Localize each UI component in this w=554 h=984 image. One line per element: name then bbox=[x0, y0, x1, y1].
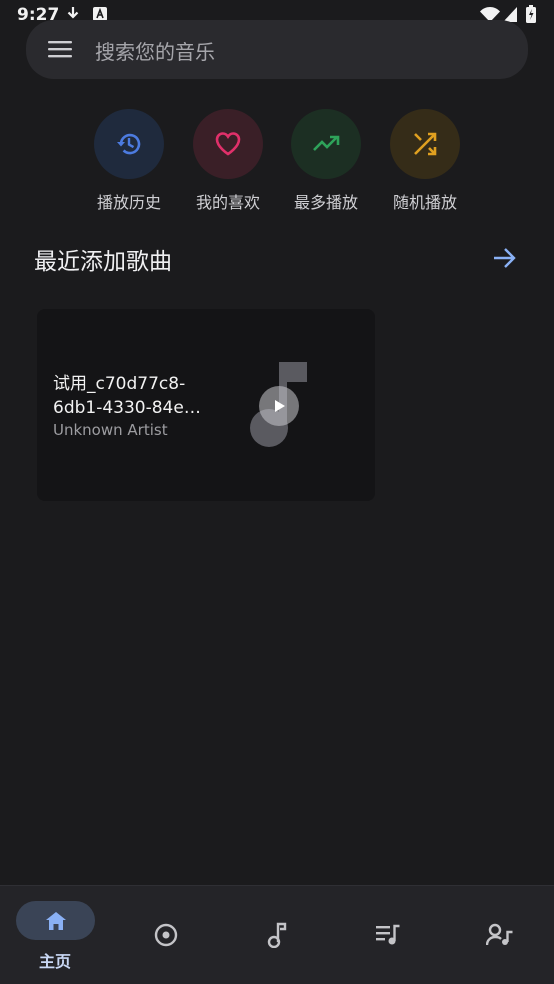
play-button[interactable] bbox=[259, 386, 299, 426]
text-badge-icon bbox=[93, 7, 107, 21]
song-title: 试用_c70d77c8-6db1-4330-84e… bbox=[53, 374, 201, 418]
trending-up-icon bbox=[313, 135, 340, 151]
favorites-button[interactable] bbox=[193, 109, 263, 179]
nav-item-albums[interactable] bbox=[111, 886, 221, 984]
nav-home-indicator[interactable] bbox=[16, 901, 95, 940]
shuffle-icon bbox=[414, 132, 437, 156]
bottom-navigation: 主页 bbox=[0, 885, 554, 984]
favorites-label: 我的喜欢 bbox=[195, 193, 260, 212]
music-note-icon bbox=[267, 922, 287, 948]
nav-item-home[interactable]: 主页 bbox=[0, 886, 110, 984]
history-label: 播放历史 bbox=[96, 193, 161, 212]
play-icon bbox=[275, 400, 285, 412]
artist-icon bbox=[486, 923, 513, 946]
nav-item-playlists[interactable] bbox=[333, 886, 443, 984]
recent-songs-title: 最近添加歌曲 bbox=[34, 249, 172, 275]
nav-home-label: 主页 bbox=[38, 952, 71, 971]
quick-action-history[interactable]: 播放历史 bbox=[79, 109, 179, 213]
heart-icon bbox=[215, 132, 241, 156]
album-icon bbox=[154, 923, 178, 947]
menu-icon[interactable] bbox=[48, 40, 72, 58]
shuffle-label: 随机播放 bbox=[392, 193, 457, 212]
search-bar[interactable]: 搜索您的音乐 bbox=[26, 20, 528, 79]
most-played-button[interactable] bbox=[291, 109, 361, 179]
playlist-icon bbox=[376, 924, 400, 945]
arrow-right-icon[interactable] bbox=[492, 246, 518, 270]
nav-item-songs[interactable] bbox=[222, 886, 332, 984]
search-input[interactable]: 搜索您的音乐 bbox=[95, 36, 215, 65]
song-artist: Unknown Artist bbox=[53, 421, 168, 439]
quick-action-shuffle[interactable]: 随机播放 bbox=[375, 109, 475, 213]
shuffle-button[interactable] bbox=[390, 109, 460, 179]
nav-item-artists[interactable] bbox=[444, 886, 554, 984]
home-icon bbox=[45, 911, 66, 930]
quick-action-favorites[interactable]: 我的喜欢 bbox=[178, 109, 278, 213]
history-icon bbox=[117, 133, 141, 155]
most-played-label: 最多播放 bbox=[293, 193, 358, 212]
battery-icon bbox=[526, 5, 536, 23]
quick-action-most-played[interactable]: 最多播放 bbox=[276, 109, 376, 213]
song-card[interactable]: 试用_c70d77c8-6db1-4330-84e… Unknown Artis… bbox=[37, 309, 375, 501]
history-button[interactable] bbox=[94, 109, 164, 179]
